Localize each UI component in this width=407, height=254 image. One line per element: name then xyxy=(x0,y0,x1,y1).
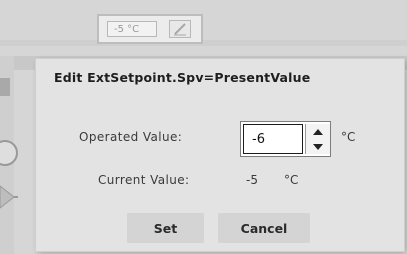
background-block xyxy=(0,78,10,96)
setpoint-widget-value: -5 °C xyxy=(107,21,157,37)
edit-setpoint-dialog: Edit ExtSetpoint.Spv=PresentValue Operat… xyxy=(36,59,404,251)
edit-pencil-icon[interactable] xyxy=(169,20,191,38)
set-button[interactable]: Set xyxy=(127,213,204,243)
background-strip xyxy=(0,40,407,46)
operated-value-spinner[interactable] xyxy=(240,121,331,157)
triangle-down-icon xyxy=(313,143,323,150)
operated-value-input[interactable] xyxy=(243,124,303,154)
spin-down-button[interactable] xyxy=(306,139,330,154)
current-value: -5 xyxy=(246,173,258,187)
triangle-up-icon xyxy=(313,128,323,135)
current-value-label: Current Value: xyxy=(98,173,190,187)
setpoint-widget[interactable]: -5 °C xyxy=(97,14,203,44)
cancel-button[interactable]: Cancel xyxy=(218,213,310,243)
dialog-title: Edit ExtSetpoint.Spv=PresentValue xyxy=(54,70,311,85)
operated-value-unit: °C xyxy=(341,130,356,144)
motor-symbol-icon xyxy=(0,140,18,166)
valve-symbol-icon xyxy=(0,185,18,209)
spinner-buttons xyxy=(305,124,330,154)
current-value-unit: °C xyxy=(284,173,299,187)
spin-up-button[interactable] xyxy=(306,124,330,140)
operated-value-label: Operated Value: xyxy=(79,130,183,144)
